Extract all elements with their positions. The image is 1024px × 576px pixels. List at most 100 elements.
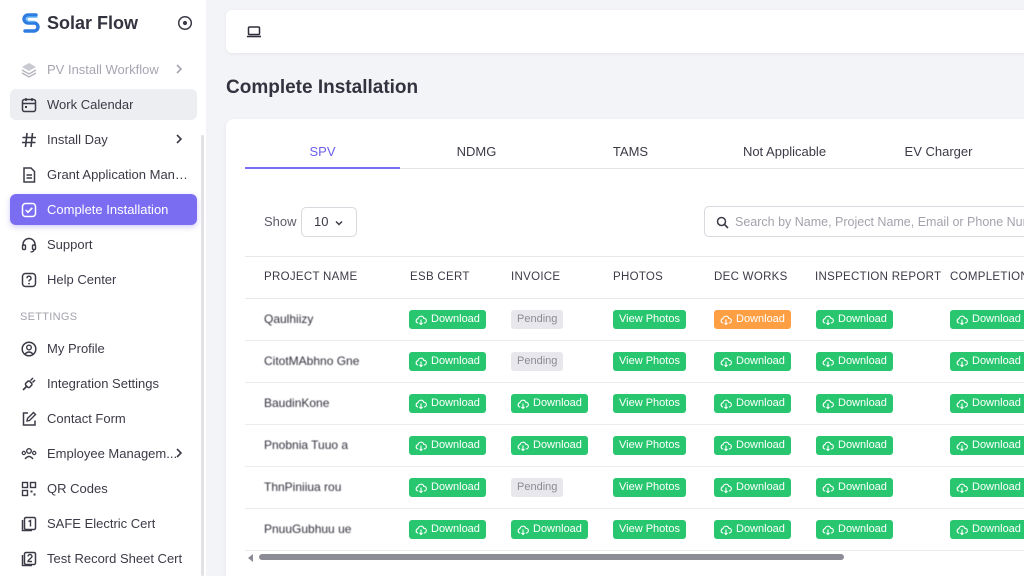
cloud-download-icon bbox=[720, 315, 732, 325]
download-button[interactable]: Download bbox=[409, 310, 486, 329]
tab-spv[interactable]: SPV bbox=[245, 139, 400, 169]
nav-test-record-sheet-cert[interactable]: Test Record Sheet Cert bbox=[10, 543, 197, 574]
view-photos-button[interactable]: View Photos bbox=[613, 478, 686, 497]
nav-install-day[interactable]: Install Day bbox=[10, 124, 197, 155]
nav-support[interactable]: Support bbox=[10, 229, 197, 260]
download-button[interactable]: Download bbox=[714, 352, 791, 371]
download-button[interactable]: Download bbox=[816, 436, 893, 455]
tab-not-applicable[interactable]: Not Applicable bbox=[707, 139, 862, 169]
nav-my-profile[interactable]: My Profile bbox=[10, 333, 197, 364]
button-label: Download bbox=[533, 439, 582, 451]
download-button[interactable]: Download bbox=[511, 394, 588, 413]
page-size-select[interactable]: 10 bbox=[301, 207, 357, 237]
sidebar-scrollbar[interactable] bbox=[201, 135, 204, 576]
nav-employee-management[interactable]: Employee Managem... bbox=[10, 438, 197, 469]
cloud-download-icon bbox=[956, 315, 968, 325]
scrollbar-thumb[interactable] bbox=[259, 554, 844, 560]
cloud-download-icon bbox=[415, 399, 427, 409]
search-box[interactable] bbox=[704, 206, 1024, 237]
download-button[interactable]: Download bbox=[714, 394, 791, 413]
column-header[interactable]: PHOTOS bbox=[613, 257, 663, 298]
download-button[interactable]: Download bbox=[950, 310, 1024, 329]
nav-help-center[interactable]: Help Center bbox=[10, 264, 197, 295]
download-button[interactable]: Download bbox=[714, 436, 791, 455]
nav-work-calendar[interactable]: Work Calendar bbox=[10, 89, 197, 120]
download-button[interactable]: Download bbox=[816, 310, 893, 329]
column-header[interactable]: COMPLETION C bbox=[950, 257, 1024, 298]
nav-label: SAFE Electric Cert bbox=[47, 516, 156, 531]
horizontal-scrollbar[interactable] bbox=[246, 553, 1024, 562]
view-photos-button[interactable]: View Photos bbox=[613, 520, 686, 539]
scroll-left-arrow-icon[interactable] bbox=[248, 554, 253, 562]
button-label: View Photos bbox=[619, 355, 680, 367]
view-photos-button[interactable]: View Photos bbox=[613, 352, 686, 371]
top-bar bbox=[226, 10, 1024, 53]
laptop-icon[interactable] bbox=[246, 24, 262, 40]
button-label: View Photos bbox=[619, 313, 680, 325]
pending-badge: Pending bbox=[511, 310, 564, 329]
download-button[interactable]: Download bbox=[409, 352, 486, 371]
tab-tams[interactable]: TAMS bbox=[553, 139, 708, 169]
download-button[interactable]: Download bbox=[714, 520, 791, 539]
download-button[interactable]: Download bbox=[409, 394, 486, 413]
button-label: Download bbox=[838, 397, 887, 409]
download-button[interactable]: Download bbox=[409, 520, 486, 539]
download-button[interactable]: Download bbox=[409, 436, 486, 455]
column-header[interactable]: INVOICE bbox=[511, 257, 560, 298]
view-photos-button[interactable]: View Photos bbox=[613, 436, 686, 455]
view-photos-button[interactable]: View Photos bbox=[613, 310, 686, 329]
download-button[interactable]: Download bbox=[950, 352, 1024, 371]
column-header[interactable]: PROJECT NAME bbox=[264, 257, 357, 298]
download-button[interactable]: Download bbox=[950, 394, 1024, 413]
button-label: Download bbox=[533, 523, 582, 535]
nav-label: Complete Installation bbox=[47, 202, 169, 217]
table-row: Qaulhiizy Download Pending View Photos Downl… bbox=[245, 299, 1024, 341]
button-label: Download bbox=[838, 355, 887, 367]
nav-contact-form[interactable]: Contact Form bbox=[10, 403, 197, 434]
project-name-cell: CitotMAbhno Gne bbox=[264, 354, 360, 368]
download-button[interactable]: Download bbox=[714, 310, 791, 329]
column-header[interactable]: INSPECTION REPORT bbox=[815, 257, 941, 298]
cloud-download-icon bbox=[956, 357, 968, 367]
check-square-icon bbox=[21, 202, 37, 217]
button-label: Download bbox=[736, 481, 785, 493]
download-button[interactable]: Download bbox=[950, 520, 1024, 539]
nav-label: Help Center bbox=[47, 272, 117, 287]
nav-qr-codes[interactable]: QR Codes bbox=[10, 473, 197, 504]
calendar-icon bbox=[21, 97, 37, 112]
brand[interactable]: Solar Flow bbox=[22, 10, 138, 36]
button-label: Download bbox=[533, 397, 582, 409]
tab-ev-charger[interactable]: EV Charger bbox=[861, 139, 1016, 169]
search-input[interactable] bbox=[735, 212, 1024, 232]
download-button[interactable]: Download bbox=[950, 436, 1024, 455]
download-button[interactable]: Download bbox=[714, 478, 791, 497]
download-button[interactable]: Download bbox=[816, 394, 893, 413]
download-button[interactable]: Download bbox=[816, 520, 893, 539]
chevron-right-icon bbox=[176, 64, 183, 74]
project-name-cell: Qaulhiizy bbox=[264, 312, 314, 326]
download-button[interactable]: Download bbox=[511, 520, 588, 539]
download-button[interactable]: Download bbox=[409, 478, 486, 497]
table-row: CitotMAbhno Gne Download Pending View Photo… bbox=[245, 341, 1024, 383]
cloud-download-icon bbox=[720, 525, 732, 535]
nav-complete-installation[interactable]: Complete Installation bbox=[10, 194, 197, 225]
nav-pv-install-workflow[interactable]: PV Install Workflow bbox=[10, 54, 197, 85]
chevron-right-icon bbox=[176, 134, 183, 144]
column-header[interactable]: DEC WORKS bbox=[714, 257, 788, 298]
tab-ndmg[interactable]: NDMG bbox=[399, 139, 554, 169]
view-photos-button[interactable]: View Photos bbox=[613, 394, 686, 413]
download-button[interactable]: Download bbox=[950, 478, 1024, 497]
nav-grant-application[interactable]: Grant Application Mana... bbox=[10, 159, 197, 190]
table-row: ThnPiniiua rou Download Pending View Photos… bbox=[245, 467, 1024, 509]
nav-integration-settings[interactable]: Integration Settings bbox=[10, 368, 197, 399]
download-button[interactable]: Download bbox=[816, 352, 893, 371]
table-row: PnuuGubhuu ue Download Download View Photos… bbox=[245, 509, 1024, 551]
settings-section-label: SETTINGS bbox=[20, 311, 78, 323]
nav-label: Integration Settings bbox=[47, 376, 160, 391]
download-button[interactable]: Download bbox=[816, 478, 893, 497]
collapse-sidebar-icon[interactable] bbox=[177, 15, 193, 31]
nav-safe-electric-cert[interactable]: SAFE Electric Cert bbox=[10, 508, 197, 539]
download-button[interactable]: Download bbox=[511, 436, 588, 455]
column-header[interactable]: ESB CERT bbox=[410, 257, 470, 298]
layers-icon bbox=[21, 62, 37, 78]
